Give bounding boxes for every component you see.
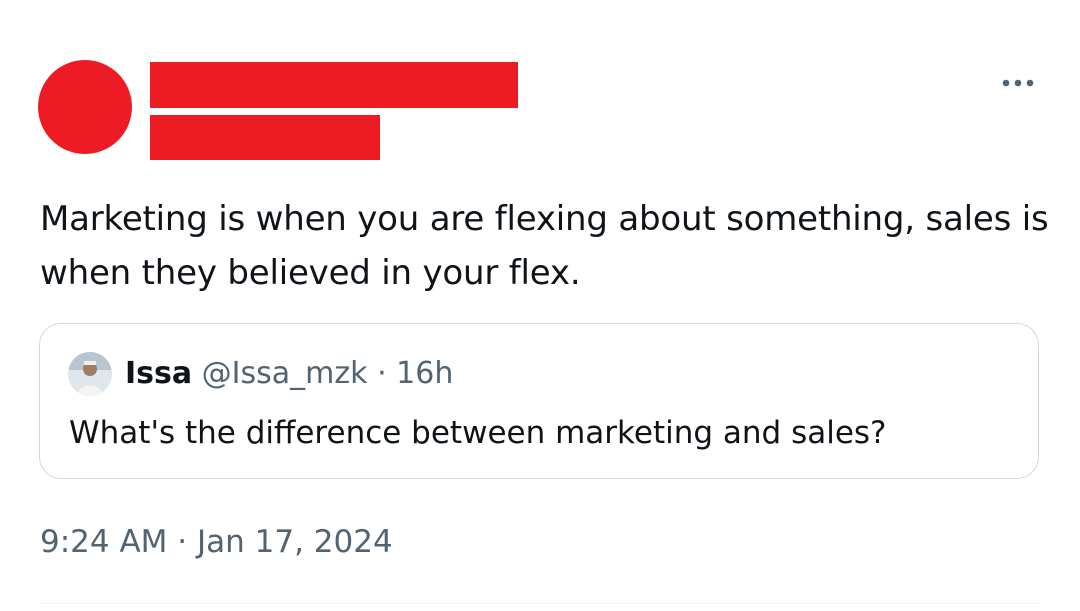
timestamp-date[interactable]: Jan 17, 2024	[197, 524, 393, 560]
more-options-button[interactable]	[996, 66, 1040, 100]
quoted-user-name[interactable]: Issa	[125, 356, 192, 391]
timestamp-time[interactable]: 9:24 AM	[40, 524, 167, 560]
timestamp-separator: ·	[177, 524, 188, 560]
quoted-tweet-header: Issa @Issa_mzk · 16h	[125, 354, 453, 394]
divider	[40, 603, 1040, 604]
quoted-tweet-text: What's the difference between marketing …	[69, 415, 887, 451]
tweet: Marketing is when you are flexing about …	[0, 0, 1080, 611]
quoted-tweet-time[interactable]: 16h	[396, 356, 453, 391]
quoted-tweet-card[interactable]: Issa @Issa_mzk · 16h What's the differen…	[39, 323, 1039, 479]
quoted-user-avatar[interactable]	[68, 352, 112, 396]
quoted-user-handle[interactable]: @Issa_mzk	[202, 356, 368, 391]
redacted-display-name	[150, 62, 518, 108]
header-separator: ·	[377, 356, 387, 391]
redacted-handle	[150, 115, 380, 160]
tweet-timestamp: 9:24 AM · Jan 17, 2024	[40, 520, 393, 564]
tweet-text: Marketing is when you are flexing about …	[40, 199, 1049, 293]
more-horizontal-icon	[1002, 79, 1034, 87]
redacted-avatar	[38, 60, 132, 154]
